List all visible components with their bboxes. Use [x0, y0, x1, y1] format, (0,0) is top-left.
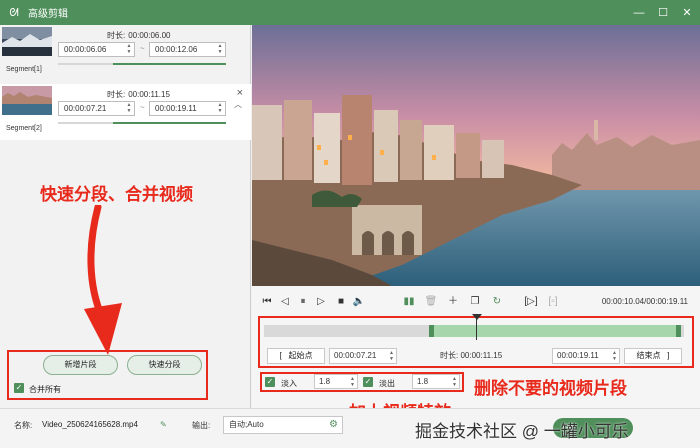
- segment-range-bar: [58, 63, 226, 65]
- go-start-icon[interactable]: ⏮: [260, 296, 274, 308]
- playhead-handle[interactable]: [472, 314, 482, 320]
- rabbit-icon: ᘛ: [9, 6, 19, 19]
- segment-end-field[interactable]: 00:00:19.11 ▲ ▼: [149, 101, 226, 116]
- watermark: 掘金技术社区 @ 一罐小可乐: [415, 422, 629, 441]
- delete-icon[interactable]: 🗑: [424, 296, 438, 308]
- segment-item[interactable]: Segment[1] 时长: 00:00:06.00 00:00:06.06 ▲ ▼…: [0, 25, 251, 81]
- set-end-button[interactable]: 结束点 ]: [624, 348, 682, 364]
- fade-out-field[interactable]: 1.8 ▲ ▼: [412, 374, 460, 389]
- spinner-icon[interactable]: ▲ ▼: [389, 350, 394, 362]
- mark-in-icon[interactable]: [▷]: [524, 296, 538, 308]
- spinner-icon[interactable]: ▲ ▼: [126, 43, 132, 55]
- output-field[interactable]: 自动;Auto ⚙: [223, 416, 343, 434]
- close-icon[interactable]: ×: [237, 87, 243, 99]
- step-forward-icon[interactable]: ▷: [314, 296, 328, 308]
- split-icon[interactable]: ▮▮: [402, 296, 416, 308]
- chevron-up-icon[interactable]: ︿: [234, 99, 242, 110]
- video-preview[interactable]: [252, 25, 700, 286]
- annotation-split-merge: 快速分段、合并视频: [40, 185, 193, 204]
- add-icon[interactable]: ＋: [446, 296, 460, 308]
- segment-panel: Segment[1] 时长: 00:00:06.00 00:00:06.06 ▲ ▼…: [0, 25, 251, 408]
- end-time-field[interactable]: 00:00:19.11 ▲ ▼: [552, 348, 620, 364]
- selected-range[interactable]: [429, 325, 681, 337]
- maximize-icon[interactable]: ☐: [656, 6, 670, 20]
- fade-in-field[interactable]: 1.8 ▲ ▼: [314, 374, 358, 389]
- edit-name-icon[interactable]: ✎: [160, 420, 167, 429]
- fade-in-checkbox[interactable]: ✓: [265, 377, 275, 387]
- quick-split-button[interactable]: 快速分段: [127, 355, 202, 375]
- range-end-handle[interactable]: [676, 325, 681, 337]
- range-duration: 时长: 00:00:11.15: [440, 351, 503, 360]
- segment-thumbnail: [2, 86, 52, 115]
- playhead[interactable]: [476, 318, 477, 340]
- output-label: 输出:: [192, 421, 211, 430]
- range-separator: ~: [140, 44, 145, 53]
- close-icon[interactable]: ✕: [680, 6, 694, 20]
- spinner-icon[interactable]: ▲ ▼: [452, 376, 457, 388]
- spinner-icon[interactable]: ▲ ▼: [217, 102, 223, 114]
- segment-thumbnail: [2, 27, 52, 56]
- minimize-icon[interactable]: —: [632, 6, 646, 20]
- mark-out-icon[interactable]: [▫]: [546, 296, 560, 308]
- annotation-delete-segments: 删除不要的视频片段: [474, 379, 627, 398]
- spinner-icon[interactable]: ▲ ▼: [217, 43, 223, 55]
- gear-icon[interactable]: ⚙: [329, 417, 338, 433]
- range-separator: ~: [140, 103, 145, 112]
- window-title: 高级剪辑: [28, 9, 68, 20]
- segment-start-field[interactable]: 00:00:07.21 ▲ ▼: [58, 101, 135, 116]
- copy-icon[interactable]: ❐: [468, 296, 482, 308]
- volume-icon[interactable]: 🔈: [352, 296, 366, 308]
- merge-all-label: 合并所有: [29, 385, 61, 394]
- start-time-field[interactable]: 00:00:07.21 ▲ ▼: [329, 348, 397, 364]
- pause-icon[interactable]: ⏸: [296, 296, 310, 308]
- playback-timecode: 00:00:10.04/00:00:19.11: [601, 297, 688, 306]
- footer-bar: 名称: Video_250624165628.mp4 ✎ 输出: 自动;Auto…: [0, 408, 700, 448]
- range-row: [ 起始点 00:00:07.21 ▲ ▼ 时长: 00:00:11.15 00:…: [267, 348, 685, 364]
- merge-all-checkbox[interactable]: ✓: [14, 383, 24, 393]
- spinner-icon[interactable]: ▲ ▼: [126, 102, 132, 114]
- segment-range-bar: [58, 122, 226, 124]
- segment-item[interactable]: Segment[2] 时长: 00:00:11.15 00:00:07.21 ▲ ▼…: [0, 84, 251, 140]
- fade-out-checkbox[interactable]: ✓: [363, 377, 373, 387]
- segment-duration: 时长: 00:00:11.15: [107, 90, 170, 99]
- segment-end-field[interactable]: 00:00:12.06 ▲ ▼: [149, 42, 226, 57]
- reset-icon[interactable]: ↻: [490, 296, 504, 308]
- stop-icon[interactable]: ■: [334, 296, 348, 308]
- window-controls: — ☐ ✕: [632, 0, 694, 25]
- segment-label: Segment[1]: [6, 66, 42, 73]
- segment-label: Segment[2]: [6, 125, 42, 132]
- title-bar: ᘛ 高级剪辑 — ☐ ✕: [0, 0, 700, 25]
- annotation-arrow: [84, 205, 122, 355]
- step-back-icon[interactable]: ◁: [278, 296, 292, 308]
- name-label: 名称:: [14, 421, 33, 430]
- spinner-icon[interactable]: ▲ ▼: [612, 350, 617, 362]
- add-segment-button[interactable]: 新增片段: [43, 355, 118, 375]
- set-start-button[interactable]: [ 起始点: [267, 348, 325, 364]
- spinner-icon[interactable]: ▲ ▼: [350, 376, 355, 388]
- edit-controls: ⏮ ◁ ⏸ ▷ ■ 🔈 ▮▮ 🗑 ＋ ❐ ↻ [▷] [▫] 00:00:10.…: [252, 286, 700, 422]
- segment-start-field[interactable]: 00:00:06.06 ▲ ▼: [58, 42, 135, 57]
- file-name: Video_250624165628.mp4: [42, 420, 138, 429]
- segment-duration: 时长: 00:00:06.00: [107, 31, 171, 40]
- fade-out-label: 淡出: [379, 379, 395, 388]
- timeline-track[interactable]: [264, 325, 684, 337]
- range-start-handle[interactable]: [429, 325, 434, 337]
- fade-in-label: 淡入: [281, 379, 297, 388]
